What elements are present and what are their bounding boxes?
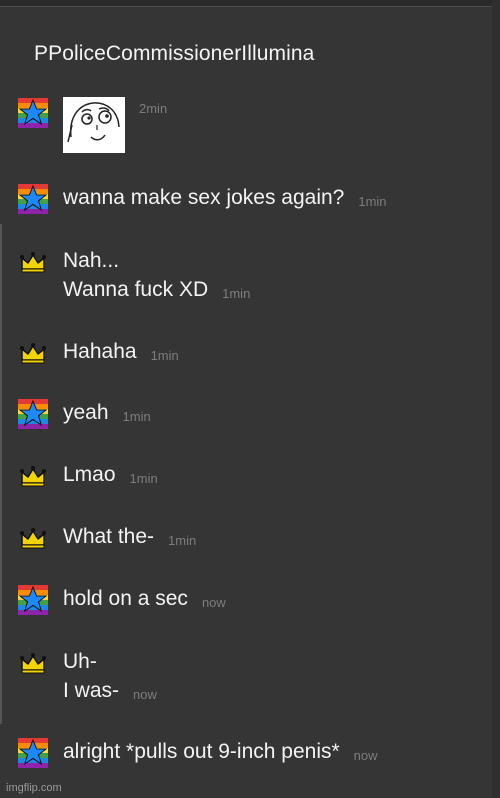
message-text: yeah 1min (63, 398, 151, 429)
message-timestamp: 1min (168, 533, 197, 548)
thread-rail (0, 224, 2, 724)
message-line: Wanna fuck XD (63, 278, 209, 301)
message-text: alright *pulls out 9-inch penis* now (63, 737, 378, 768)
yellow-crown-icon[interactable] (18, 461, 48, 491)
window-top-edge (0, 0, 492, 7)
message-body: Hahaha (63, 340, 137, 363)
yellow-crown-icon[interactable] (18, 247, 48, 277)
rainbow-star-icon[interactable] (18, 738, 48, 768)
message-text: Hahaha 1min (63, 337, 179, 368)
message-row: wanna make sex jokes again? 1min (18, 183, 387, 214)
yellow-crown-icon[interactable] (18, 523, 48, 553)
message-line: Uh- (63, 650, 97, 673)
message-line: I was- (63, 679, 120, 702)
message-timestamp: now (133, 687, 157, 702)
message-text: wanna make sex jokes again? 1min (63, 183, 387, 214)
message-row: hold on a sec now (18, 584, 226, 615)
message-body: What the- (63, 525, 155, 548)
message-body: hold on a sec (63, 587, 188, 610)
message-body: yeah (63, 401, 109, 424)
rainbow-star-icon[interactable] (18, 98, 48, 128)
message-text: Lmao 1min (63, 460, 158, 491)
message-timestamp: 1min (358, 194, 387, 209)
message-body: wanna make sex jokes again? (63, 186, 345, 209)
message-text: hold on a sec now (63, 584, 226, 615)
message-row: What the- 1min (18, 522, 196, 553)
message-body: alright *pulls out 9-inch penis* (63, 740, 340, 763)
message-timestamp: now (353, 748, 378, 763)
scrollbar-track[interactable] (492, 0, 500, 798)
message-text: Uh- I was-now (63, 647, 157, 707)
message-row: 2min (18, 97, 167, 153)
message-row: yeah 1min (18, 398, 151, 429)
message-timestamp: 1min (122, 409, 151, 424)
message-timestamp: 1min (150, 348, 179, 363)
message-line: Nah... (63, 249, 120, 272)
message-text: What the- 1min (63, 522, 196, 553)
yellow-crown-icon[interactable] (18, 338, 48, 368)
yellow-crown-icon[interactable] (18, 648, 48, 678)
message-timestamp: 1min (129, 471, 158, 486)
chat-title: PPoliceCommissionerIllumina (34, 42, 315, 65)
rainbow-star-icon[interactable] (18, 184, 48, 214)
message-timestamp: 2min (139, 101, 168, 116)
chat-window: PPoliceCommissionerIllumina 2min wanna m… (0, 0, 500, 798)
message-row: Lmao 1min (18, 460, 158, 491)
message-row: Hahaha 1min (18, 337, 179, 368)
rainbow-star-icon[interactable] (18, 585, 48, 615)
watermark: imgflip.com (6, 782, 62, 794)
message-text: Nah... Wanna fuck XD 1min (63, 246, 250, 306)
message-timestamp: 1min (222, 286, 251, 301)
message-body: Lmao (63, 463, 116, 486)
rainbow-star-icon[interactable] (18, 399, 48, 429)
message-row: Nah... Wanna fuck XD 1min (18, 246, 250, 306)
message-row: alright *pulls out 9-inch penis* now (18, 737, 378, 768)
message-row: Uh- I was-now (18, 647, 157, 707)
meme-face-image[interactable] (63, 97, 125, 153)
message-timestamp: now (201, 595, 226, 610)
